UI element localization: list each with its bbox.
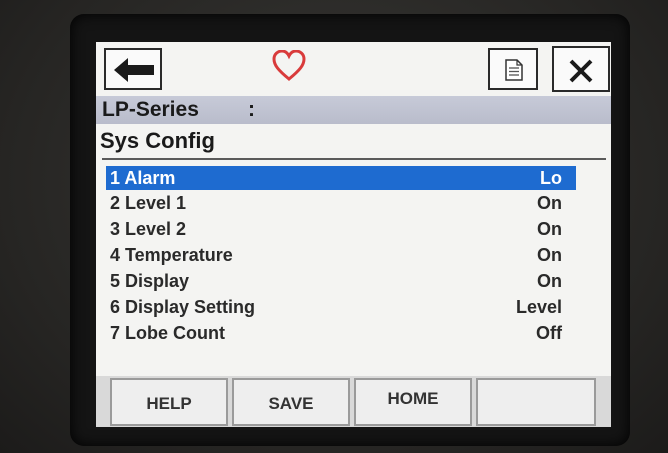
menu-item-value: Lo	[540, 168, 562, 188]
display-screen: LP-Series : Sys Config 1 Alarm Lo 2 Leve…	[96, 42, 611, 427]
close-x-icon	[569, 59, 593, 83]
menu-item-value: On	[537, 271, 562, 291]
menu-item-value: Off	[536, 323, 562, 343]
page-title: Sys Config	[100, 128, 215, 153]
softkey-4-button[interactable]	[476, 378, 596, 426]
menu-item-lobe-count[interactable]: 7 Lobe Count Off	[106, 320, 576, 346]
heart-outline-icon[interactable]	[272, 49, 306, 87]
device-title-bar: LP-Series :	[96, 96, 611, 124]
menu-item-value: On	[537, 245, 562, 265]
menu-item-label: 4 Temperature	[110, 245, 233, 265]
back-button[interactable]	[104, 48, 162, 90]
menu-item-label: 2 Level 1	[110, 193, 187, 213]
save-button[interactable]: SAVE	[232, 378, 350, 426]
device-title-separator: :	[248, 98, 255, 121]
menu-item-temperature[interactable]: 4 Temperature On	[106, 242, 576, 268]
menu-item-level-2[interactable]: 3 Level 2 On	[106, 216, 576, 242]
document-icon	[505, 59, 523, 81]
menu-item-value: On	[537, 219, 562, 239]
device-name: LP-Series	[102, 98, 199, 121]
menu-item-label: 3 Level 2	[110, 219, 187, 239]
menu-item-display[interactable]: 5 Display On	[106, 268, 576, 294]
document-button[interactable]	[488, 48, 538, 90]
menu-list: 1 Alarm Lo 2 Level 1 On 3 Level 2 On 4 T…	[106, 166, 576, 346]
menu-item-display-setting[interactable]: 6 Display Setting Level	[106, 294, 576, 320]
top-toolbar	[96, 42, 611, 94]
menu-item-label: 5 Display	[110, 271, 190, 291]
arrow-left-icon	[114, 58, 154, 82]
title-divider	[102, 158, 606, 160]
menu-item-value: Level	[515, 297, 562, 317]
help-button[interactable]: HELP	[110, 378, 228, 426]
home-button[interactable]: HOME	[354, 378, 472, 426]
menu-item-label: 7 Lobe Count	[110, 323, 225, 343]
menu-item-label: 6 Display Setting	[110, 297, 256, 317]
menu-item-label: 1 Alarm	[110, 168, 176, 188]
menu-item-level-1[interactable]: 2 Level 1 On	[106, 190, 576, 216]
menu-item-alarm[interactable]: 1 Alarm Lo	[106, 166, 576, 190]
softkey-bar: HELP SAVE HOME	[96, 376, 611, 427]
close-button[interactable]	[552, 46, 610, 92]
device-housing: LP-Series : Sys Config 1 Alarm Lo 2 Leve…	[0, 0, 668, 453]
menu-item-value: On	[537, 193, 562, 213]
